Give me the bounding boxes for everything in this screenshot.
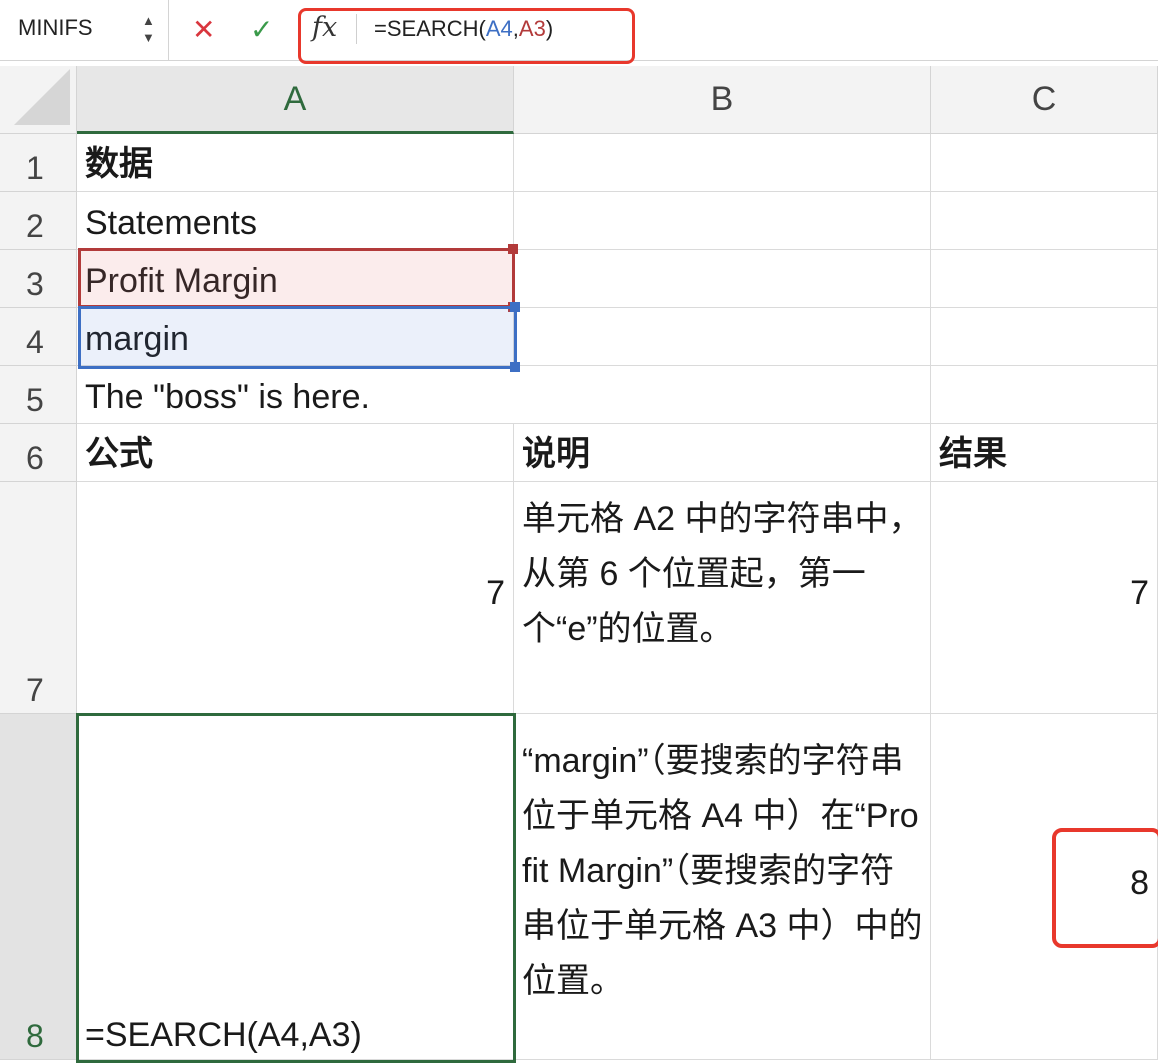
column-header-b[interactable]: B [514,66,931,134]
cell-text: 说明 [522,435,590,473]
row-number: 6 [26,440,44,476]
row-number: 8 [26,1018,44,1054]
cell-text: The "boss" is here. [85,378,370,416]
row-header-1[interactable]: 1 [0,134,77,192]
cell-text: 结果 [939,435,1007,473]
row-number: 5 [26,382,44,418]
cell-b4[interactable] [514,308,931,366]
name-box-value[interactable]: MINIFS [18,15,93,41]
row-number: 2 [26,208,44,244]
row-number: 3 [26,266,44,302]
reference-highlight-a4 [78,306,517,369]
select-all-corner[interactable] [0,66,77,134]
cell-c6[interactable]: 结果 [931,424,1158,482]
row-header-4[interactable]: 4 [0,308,77,366]
cell-number: 7 [486,574,505,612]
cell-c5[interactable] [931,366,1158,424]
row-header-7[interactable]: 7 [0,482,77,714]
cell-c7[interactable]: 7 [931,482,1158,714]
cell-b5[interactable] [514,366,931,424]
cell-text: 公式 [85,435,153,473]
cell-a6[interactable]: 公式 [77,424,514,482]
cell-b7[interactable]: 单元格 A2 中的字符串中，从第 6 个位置起，第一个“e”的位置。 [514,482,931,714]
column-header-c[interactable]: C [931,66,1158,134]
cell-a5[interactable]: The "boss" is here. [77,366,514,424]
cell-c2[interactable] [931,192,1158,250]
cancel-icon[interactable]: ✕ [192,12,215,48]
cell-number: 7 [1130,574,1149,612]
ref-handle-a4-bottom[interactable] [510,362,520,372]
cell-a2[interactable]: Statements [77,192,514,250]
cell-wrapped-text: 单元格 A2 中的字符串中，从第 6 个位置起，第一个“e”的位置。 [522,500,923,648]
cell-a7[interactable]: 7 [77,482,514,714]
column-header-a[interactable]: A [77,66,514,134]
formula-highlight-box [298,8,635,64]
row-header-3[interactable]: 3 [0,250,77,308]
row-header-2[interactable]: 2 [0,192,77,250]
cell-text: Statements [85,204,257,242]
row-number: 4 [26,324,44,360]
row-number: 7 [26,672,44,708]
active-cell-border [76,713,516,1063]
enter-check-icon[interactable]: ✓ [250,12,273,48]
cell-a1[interactable]: 数据 [77,134,514,192]
row-header-8[interactable]: 8 [0,714,77,1060]
cell-b3[interactable] [514,250,931,308]
row-number: 1 [26,150,44,186]
reference-highlight-a3 [78,248,515,308]
ref-handle-a4-top[interactable] [510,302,520,312]
row-header-5[interactable]: 5 [0,366,77,424]
cell-b1[interactable] [514,134,931,192]
cell-b2[interactable] [514,192,931,250]
cell-c1[interactable] [931,134,1158,192]
cell-c3[interactable] [931,250,1158,308]
cell-wrapped-text: “margin”（要搜索的字符串位于单元格 A4 中）在“Profit Marg… [522,742,923,1000]
name-box[interactable]: MINIFS ▲ ▼ [0,0,169,60]
row-header-6[interactable]: 6 [0,424,77,482]
select-all-triangle-icon [14,69,70,125]
cell-b6[interactable]: 说明 [514,424,931,482]
cell-c4[interactable] [931,308,1158,366]
result-highlight-box [1052,828,1158,948]
formula-bar: MINIFS ▲ ▼ ✕ ✓ fx =SEARCH(A4,A3) [0,0,1158,64]
name-box-stepper-icon[interactable]: ▲ ▼ [142,12,155,46]
cell-text: 数据 [85,145,153,183]
cell-b8[interactable]: “margin”（要搜索的字符串位于单元格 A4 中）在“Profit Marg… [514,714,931,1060]
ref-handle-a3-top[interactable] [508,244,518,254]
